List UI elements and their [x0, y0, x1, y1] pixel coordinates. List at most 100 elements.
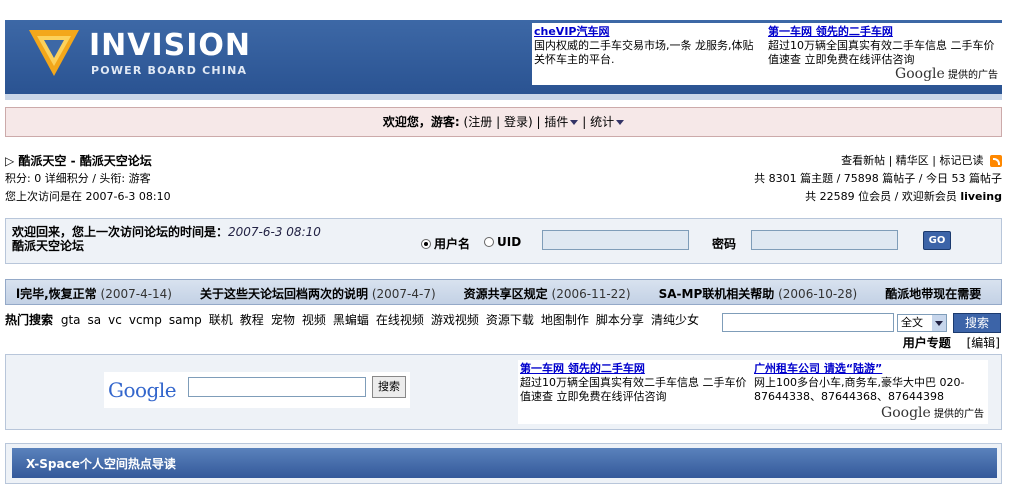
ads-by-google-mid[interactable]: Google 提供的广告: [881, 405, 984, 421]
google-logo[interactable]: Google: [108, 378, 177, 402]
forum-search-input[interactable]: [722, 313, 894, 332]
mark-read-link[interactable]: 标记已读: [940, 154, 984, 167]
edit-link[interactable]: [编辑]: [967, 336, 1000, 350]
search-type-select[interactable]: 全文: [897, 314, 947, 332]
radio-checked-icon[interactable]: [421, 239, 431, 249]
ads-by-label-mid: 提供的广告: [934, 409, 984, 420]
google-search-input[interactable]: [188, 377, 366, 397]
top-ad-1[interactable]: cheVIP汽车网 国内权威的二手车交易市场,一条 龙服务,体贴关怀车主的平台.: [534, 25, 762, 67]
quick-links: 查看新帖 | 精华区 | 标记已读: [754, 152, 1002, 170]
hot-search-tag[interactable]: 清纯少女: [651, 313, 699, 327]
top-ad-2-title[interactable]: 第一车网 领先的二手车网: [768, 25, 996, 39]
uid-radio-label: UID: [497, 235, 522, 249]
mid-ad-1-title[interactable]: 第一车网 领先的二手车网: [520, 362, 748, 376]
topic-stats: 共 8301 篇主题 / 75898 篇帖子 / 今日 53 篇帖子: [754, 172, 1002, 185]
username-radio[interactable]: 用户名: [421, 235, 470, 252]
invision-logo-icon: [29, 30, 79, 76]
register-link[interactable]: 注册: [468, 115, 492, 129]
logo-subtitle: POWER BOARD CHINA: [91, 64, 248, 77]
welcome-greeting: 欢迎您，游客:: [382, 115, 460, 129]
user-info: ▷ 酷派天空 - 酷派天空论坛 积分: 0 详细积分 / 头衔: 游客 您上次访…: [5, 152, 171, 206]
hot-search-tag[interactable]: 宠物: [271, 313, 295, 327]
announcement-title[interactable]: SA-MP联机相关帮助: [659, 287, 775, 301]
mid-ad-2-desc: 网上100多台小车,商务车,豪华大中巴 020-87644338、8764436…: [754, 376, 965, 403]
hot-search-tag[interactable]: vcmp: [129, 313, 162, 327]
last-visit: 您上次访问是在 2007-6-3 08:10: [5, 190, 171, 203]
login-message-text: 欢迎回来，您上一次访问论坛的时间是：: [12, 225, 229, 239]
newest-member-link[interactable]: liveing: [960, 190, 1002, 203]
radio-unchecked-icon[interactable]: [484, 237, 494, 247]
top-ad-1-title[interactable]: cheVIP汽车网: [534, 25, 762, 39]
announcement-title[interactable]: 关于这些天论坛回档两次的说明: [200, 287, 368, 301]
hot-search-tag[interactable]: gta: [61, 313, 81, 327]
hot-search-tag[interactable]: 在线视频: [376, 313, 424, 327]
chevron-down-icon: [570, 120, 579, 125]
google-search-panel: Google 搜索 第一车网 领先的二手车网 超过10万辆全国真实有效二手车信息…: [5, 354, 1002, 430]
hot-search-tag[interactable]: 黑蝙蝠: [333, 313, 369, 327]
google-search-button[interactable]: 搜索: [372, 376, 406, 398]
top-ad-2-desc: 超过10万辆全国真实有效二手车信息 二手车价值速查 立即免费在线评估咨询: [768, 39, 995, 66]
login-panel: 欢迎回来，您上一次访问论坛的时间是：2007-6-3 08:10 酷派天空论坛 …: [5, 218, 1002, 264]
announcement-title[interactable]: 资源共享区规定: [464, 287, 548, 301]
hot-search-tag[interactable]: 地图制作: [541, 313, 589, 327]
points-line: 积分: 0 详细积分 / 头衔: 游客: [5, 172, 151, 185]
ads-by-google[interactable]: Google 提供的广告: [895, 66, 998, 82]
top-ad-1-desc: 国内权威的二手车交易市场,一条 龙服务,体贴关怀车主的平台.: [534, 39, 754, 66]
xspace-title: X-Space个人空间热点导读: [26, 457, 176, 471]
hot-search-tag[interactable]: 视频: [302, 313, 326, 327]
chevron-down-icon: [616, 120, 625, 125]
login-message: 欢迎回来，您上一次访问论坛的时间是：2007-6-3 08:10 酷派天空论坛: [12, 225, 321, 253]
digest-link[interactable]: 精华区: [896, 154, 929, 167]
announcement-item[interactable]: 酷派地带现在需要: [885, 287, 981, 301]
announcement-item[interactable]: 关于这些天论坛回档两次的说明 (2007-4-7): [200, 287, 436, 301]
announcement-title[interactable]: 酷派地带现在需要: [885, 287, 981, 301]
stats-label: 统计: [590, 115, 615, 129]
member-stats: 共 22589 位会员 / 欢迎新会员 liveing: [754, 188, 1002, 206]
rss-icon[interactable]: [990, 155, 1002, 167]
hot-search-tag[interactable]: 教程: [240, 313, 264, 327]
logo-title: INVISION: [89, 28, 252, 63]
hot-search-tag[interactable]: 游戏视频: [431, 313, 479, 327]
announcement-marquee: l完毕,恢复正常 (2007-4-14) 关于这些天论坛回档两次的说明 (2007…: [16, 285, 1001, 302]
plugins-menu[interactable]: 插件: [544, 115, 579, 129]
breadcrumb[interactable]: ▷ 酷派天空 - 酷派天空论坛: [5, 152, 171, 170]
announcement-item[interactable]: 资源共享区规定 (2006-11-22): [464, 287, 631, 301]
mid-ad-2[interactable]: 广州租车公司 请选“陆游” 网上100多台小车,商务车,豪华大中巴 020-87…: [754, 362, 982, 404]
announcement-title[interactable]: l完毕,恢复正常: [16, 287, 97, 301]
password-label: 密码: [712, 237, 737, 251]
uid-radio[interactable]: UID: [484, 235, 521, 249]
mid-ad-1[interactable]: 第一车网 领先的二手车网 超过10万辆全国真实有效二手车信息 二手车价值速查 立…: [520, 362, 748, 404]
announcement-date: (2007-4-14): [100, 287, 172, 301]
announcement-item[interactable]: SA-MP联机相关帮助 (2006-10-28): [659, 287, 858, 301]
hot-search-tag[interactable]: 脚本分享: [596, 313, 644, 327]
hot-search-tag[interactable]: 资源下载: [486, 313, 534, 327]
announcement-date: (2007-4-7): [371, 287, 436, 301]
announcement-item[interactable]: l完毕,恢复正常 (2007-4-14): [16, 287, 172, 301]
last-visit-time: 2007-6-3 08:10: [228, 225, 321, 239]
forum-search-button[interactable]: 搜索: [953, 313, 1001, 333]
view-new-posts-link[interactable]: 查看新帖: [841, 154, 885, 167]
chevron-down-icon[interactable]: [932, 315, 946, 331]
hot-search-tag[interactable]: sa: [88, 313, 102, 327]
username-input[interactable]: [542, 230, 689, 250]
announcement-date: (2006-10-28): [778, 287, 858, 301]
top-ad-2[interactable]: 第一车网 领先的二手车网 超过10万辆全国真实有效二手车信息 二手车价值速查 立…: [768, 25, 996, 67]
google-search-box: Google 搜索: [104, 372, 410, 408]
hot-search-tag[interactable]: 联机: [209, 313, 233, 327]
user-topic-label[interactable]: 用户专题: [903, 336, 951, 350]
username-radio-label: 用户名: [434, 237, 471, 251]
member-stats-text: 共 22589 位会员 / 欢迎新会员: [805, 190, 957, 203]
stats-menu[interactable]: 统计: [590, 115, 625, 129]
top-ad-block: cheVIP汽车网 国内权威的二手车交易市场,一条 龙服务,体贴关怀车主的平台.…: [532, 23, 1002, 85]
login-go-button[interactable]: GO: [923, 231, 951, 250]
login-link[interactable]: 登录: [504, 115, 528, 129]
google-ad-logo-mid: Google: [881, 405, 931, 421]
hot-search-tag[interactable]: vc: [108, 313, 122, 327]
invision-logo[interactable]: INVISION POWER BOARD CHINA: [27, 26, 267, 86]
hot-search-tag[interactable]: samp: [169, 313, 202, 327]
password-input[interactable]: [751, 230, 898, 250]
breadcrumb-text[interactable]: 酷派天空 - 酷派天空论坛: [18, 154, 151, 168]
announcement-bar: l完毕,恢复正常 (2007-4-14) 关于这些天论坛回档两次的说明 (2007…: [5, 279, 1002, 305]
mid-ad-block: 第一车网 领先的二手车网 超过10万辆全国真实有效二手车信息 二手车价值速查 立…: [518, 360, 988, 424]
mid-ad-2-title[interactable]: 广州租车公司 请选“陆游”: [754, 362, 982, 376]
